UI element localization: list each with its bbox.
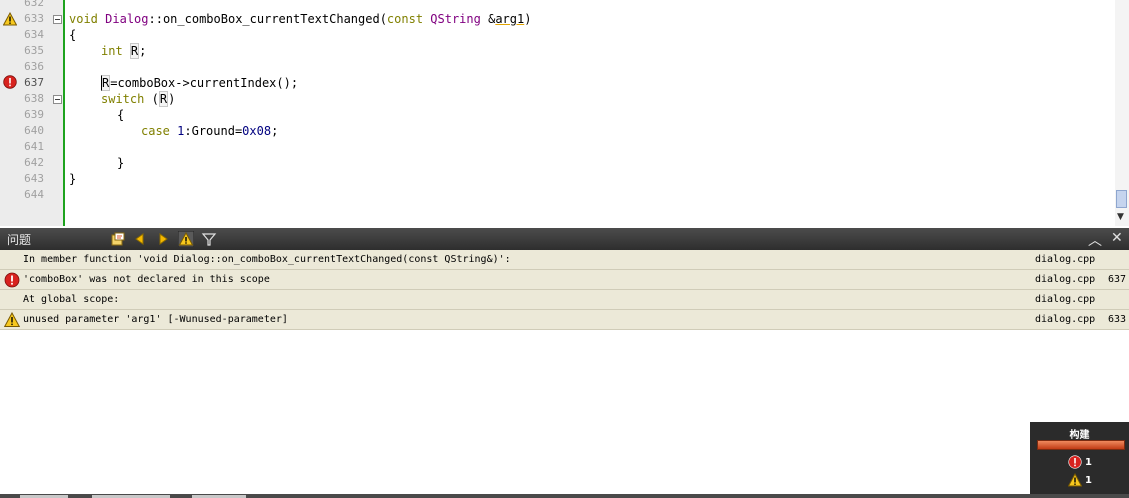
issue-file: dialog.cpp xyxy=(1035,294,1096,305)
code-line-633[interactable]: void Dialog::on_comboBox_currentTextChan… xyxy=(69,11,531,27)
function-signature: ::on_comboBox_currentTextChanged( xyxy=(148,12,387,26)
vertical-scrollbar[interactable]: ▼ xyxy=(1115,0,1129,226)
issue-line: 633 xyxy=(1107,314,1126,325)
close-panel-icon[interactable]: ✕ xyxy=(1111,230,1123,246)
code-line-642[interactable]: } xyxy=(117,155,124,171)
issue-row[interactable]: 'comboBox' was not declared in this scop… xyxy=(0,270,1129,290)
code-token: & xyxy=(480,12,496,26)
code-token: } xyxy=(69,172,77,186)
error-icon xyxy=(1068,455,1082,469)
line-number: 643 xyxy=(24,172,44,185)
code-line-635[interactable]: int R; xyxy=(101,43,146,59)
error-icon xyxy=(4,272,20,288)
collapse-panel-icon[interactable]: ︿ xyxy=(1088,230,1102,250)
issue-row[interactable]: At global scope: dialog.cpp xyxy=(0,290,1129,310)
issues-list: In member function 'void Dialog::on_comb… xyxy=(0,250,1129,330)
line-number: 635 xyxy=(24,44,44,57)
line-number-gutter: 632 633 634 635 636 637 638 639 640 641 … xyxy=(0,0,64,226)
keyword: switch xyxy=(101,92,145,106)
highlighted-symbol: R xyxy=(158,91,169,107)
issue-message: unused parameter 'arg1' [-Wunused-parame… xyxy=(23,314,288,325)
line-number: 640 xyxy=(24,124,44,137)
issue-message: 'comboBox' was not declared in this scop… xyxy=(23,274,270,285)
code-token: :Ground= xyxy=(184,124,243,138)
show-source-icon[interactable] xyxy=(110,231,126,247)
line-number: 642 xyxy=(24,156,44,169)
code-token: ; xyxy=(139,44,147,58)
code-token: { xyxy=(69,28,77,42)
code-token: =comboBox->currentIndex(); xyxy=(110,76,299,90)
error-icon[interactable] xyxy=(3,75,17,89)
previous-item-icon[interactable] xyxy=(132,231,148,247)
code-token: } xyxy=(117,156,125,170)
code-line-637[interactable]: R=comboBox->currentIndex(); xyxy=(101,75,298,91)
code-editor[interactable]: 632 633 634 635 636 637 638 639 640 641 … xyxy=(0,0,1129,226)
scrollbar-thumb[interactable] xyxy=(1116,190,1127,208)
modified-lines-bar xyxy=(63,0,65,226)
keyword: case xyxy=(141,124,170,138)
build-label: 构建 xyxy=(1069,430,1090,441)
build-error-count: 1 xyxy=(1085,457,1092,468)
issue-file: dialog.cpp xyxy=(1035,274,1096,285)
code-line-638[interactable]: switch (R) xyxy=(101,91,175,107)
next-item-icon[interactable] xyxy=(155,231,171,247)
warning-icon[interactable] xyxy=(3,12,17,26)
code-token: ; xyxy=(271,124,279,138)
code-token: ) xyxy=(168,92,176,106)
filter-icon[interactable] xyxy=(201,231,217,247)
build-warning-count: 1 xyxy=(1085,475,1092,486)
issue-file: dialog.cpp xyxy=(1035,254,1096,265)
line-number: 639 xyxy=(24,108,44,121)
build-status[interactable]: 构建 1 1 xyxy=(1030,422,1129,494)
line-number-current: 637 xyxy=(24,76,44,89)
fold-toggle-icon[interactable] xyxy=(53,15,62,24)
warning-icon xyxy=(4,312,20,327)
class-name: QString xyxy=(430,12,481,26)
code-token: ( xyxy=(151,92,159,106)
issue-row[interactable]: In member function 'void Dialog::on_comb… xyxy=(0,250,1129,270)
line-number: 632 xyxy=(24,0,44,9)
issue-message: At global scope: xyxy=(23,294,120,305)
highlighted-symbol: R xyxy=(129,43,140,59)
code-line-643[interactable]: } xyxy=(69,171,76,187)
number-literal: 0x08 xyxy=(242,124,272,138)
line-number: 636 xyxy=(24,60,44,73)
issue-message: In member function 'void Dialog::on_comb… xyxy=(23,254,511,265)
issue-line: 637 xyxy=(1107,274,1126,285)
line-number: 633 xyxy=(24,12,44,25)
code-token: ) xyxy=(524,12,532,26)
unused-parameter: arg1 xyxy=(495,12,525,26)
line-number: 634 xyxy=(24,28,44,41)
issue-file: dialog.cpp xyxy=(1035,314,1096,325)
code-line-640[interactable]: case 1:Ground=0x08; xyxy=(141,123,278,139)
build-progress-bar xyxy=(1037,440,1125,450)
panel-title: 问题 xyxy=(7,233,32,247)
issues-empty-area xyxy=(0,332,1129,492)
line-number: 644 xyxy=(24,188,44,201)
code-line-639[interactable]: { xyxy=(117,107,124,123)
class-name: Dialog xyxy=(105,12,149,26)
highlighted-symbol: R xyxy=(101,75,111,91)
warning-icon xyxy=(1068,473,1082,487)
code-line-634[interactable]: { xyxy=(69,27,76,43)
scroll-down-icon[interactable]: ▼ xyxy=(1117,212,1124,222)
warnings-filter-icon[interactable] xyxy=(178,231,194,247)
marker-column xyxy=(0,0,18,226)
keyword: void xyxy=(69,12,98,26)
fold-toggle-icon[interactable] xyxy=(53,95,62,104)
issues-panel-header: 问题 ︿ ✕ xyxy=(0,228,1129,250)
line-number: 641 xyxy=(24,140,44,153)
issue-row[interactable]: unused parameter 'arg1' [-Wunused-parame… xyxy=(0,310,1129,330)
code-token: { xyxy=(117,108,125,122)
line-number: 638 xyxy=(24,92,44,105)
keyword: const xyxy=(386,12,424,26)
keyword: int xyxy=(101,44,123,58)
